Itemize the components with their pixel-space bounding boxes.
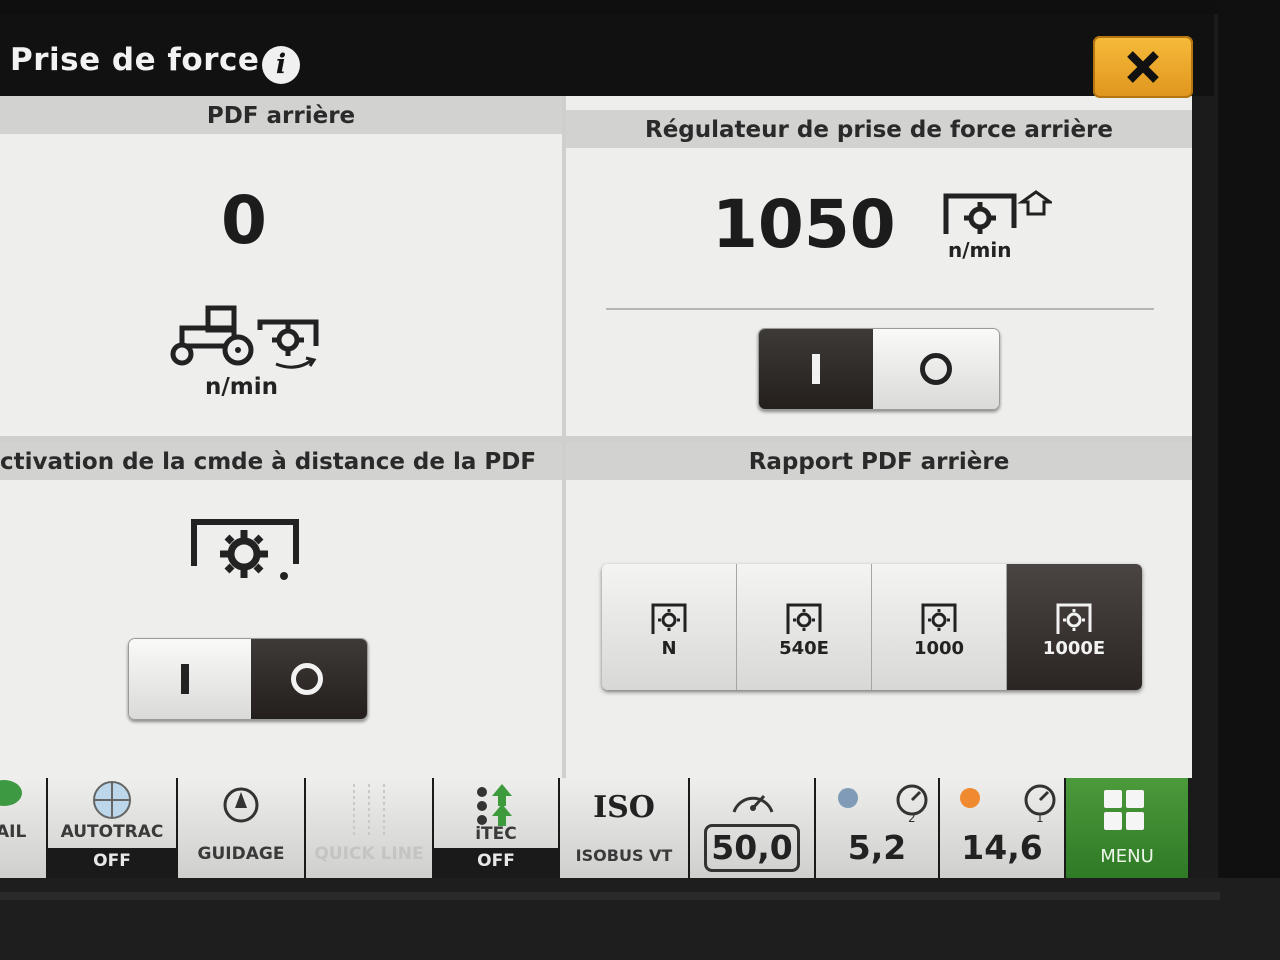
menu-label: MENU [1100,846,1154,867]
svg-text:2: 2 [908,811,916,822]
pto-gear-icon [651,603,687,634]
ratio-option-n[interactable]: N [602,564,737,690]
shortcut-label: AIL [0,822,27,842]
shortcut-autotrac[interactable]: AUTOTRAC OFF [48,778,176,878]
ratio-option-1000[interactable]: 1000 [872,564,1007,690]
menu-grid-icon [1126,812,1144,830]
panel-ratio-header: Rapport PDF arrière [566,442,1192,480]
pto-gear-icon [786,603,822,634]
itec-icon [477,784,512,826]
shortcut-ail[interactable]: AIL [0,778,46,878]
shortcut-isobus-vt[interactable]: ISO ISOBUS VT [560,778,688,878]
menu-grid-icon [1104,790,1122,808]
pto-speed-up-icon [943,190,1052,234]
ratio-option-540e[interactable]: 540E [737,564,872,690]
bezel-right [1218,0,1280,960]
gauge-1-icon: 1 [1024,784,1056,822]
off-glyph [291,663,323,695]
quick-line-icon [353,784,385,836]
menu-grid-icon [1104,812,1122,830]
autotrac-status: OFF [48,848,176,878]
shortcut-speed[interactable]: 50,0 [690,778,814,878]
shortcut-label: QUICK LINE [314,844,424,864]
pto-gear-icon [1056,603,1092,634]
panel-remote-header: ctivation de la cmde à distance de la PD… [0,442,562,480]
ratio-option-1000e[interactable]: 1000E [1007,564,1142,690]
shortcut-label: iTEC [475,824,517,844]
panel-regulator-header: Régulateur de prise de force arrière [566,110,1192,148]
speedometer-icon [732,794,774,813]
menu-grid-icon [1126,790,1144,808]
panel-remote: ctivation de la cmde à distance de la PD… [0,442,562,778]
panel-rear-pto: PDF arrière 0 n/min [0,96,562,436]
shortcut-label: AUTOTRAC [60,822,164,842]
shortcut-engine-2[interactable]: 1 14,6 [940,778,1064,878]
gauge-2-icon: 2 [896,784,928,822]
rear-pto-speed: 0 [221,182,267,259]
remote-toggle-on[interactable] [129,639,251,719]
panel-regulator: Régulateur de prise de force arrière 105… [566,96,1192,436]
shortcut-bar: AIL AUTOTRAC OFF GUIDAGE QUICK LINE iTEC… [0,778,1192,878]
shortcut-label: ISOBUS VT [575,846,673,865]
rear-pto-unit: n/min [205,374,278,400]
regulator-speed: 1050 [712,186,896,263]
close-button[interactable] [1093,36,1193,98]
on-glyph [812,354,820,384]
bezel-top [0,0,1280,14]
autotrac-icon [93,781,131,819]
shortcut-guidage[interactable]: GUIDAGE [178,778,304,878]
close-icon [1127,51,1159,83]
ratio-selector[interactable]: N 540E 1000 1000E [602,564,1142,690]
panel-rear-pto-header: PDF arrière [0,96,562,134]
svg-text:1: 1 [1036,811,1044,822]
regulator-toggle-on[interactable] [759,329,873,409]
status-dot-icon [960,788,980,808]
ratio-label: 540E [779,638,829,659]
regulator-unit: n/min [948,238,1012,262]
ratio-label: N [661,638,677,659]
shortcut-itec[interactable]: iTEC OFF [434,778,558,878]
divider [0,436,1192,442]
menu-button[interactable]: MENU [1066,778,1188,878]
shortcut-engine-1[interactable]: 2 5,2 [816,778,938,878]
shortcut-label: GUIDAGE [197,844,285,864]
itec-status: OFF [434,848,558,878]
status-dot-icon [838,788,858,808]
page-title: Prise de force [10,42,260,78]
ratio-label: 1000E [1042,638,1106,659]
speed-value: 50,0 [711,828,793,867]
remote-toggle-off[interactable] [251,639,367,719]
regulator-toggle-off[interactable] [873,329,999,409]
bezel-bottom [0,878,1280,960]
pto-gear-icon [921,603,957,634]
ratio-label: 1000 [913,638,965,659]
title-bar: Prise de force i [0,14,1214,96]
iso-logo: ISO [593,790,655,825]
divider [606,308,1154,310]
regulator-toggle[interactable] [758,328,1000,410]
main-screen: PDF arrière 0 n/min Régulateur de prise … [0,96,1192,778]
info-icon[interactable]: i [262,46,300,84]
bezel-strip [0,892,1220,900]
remote-toggle[interactable] [128,638,368,720]
engine-1-value: 5,2 [847,828,907,867]
shortcut-quick-line[interactable]: QUICK LINE [306,778,432,878]
guidance-icon [223,787,259,823]
off-glyph [920,353,952,385]
engine-2-value: 14,6 [961,828,1043,867]
remote-pto-icon [191,519,299,580]
a-badge-icon [0,780,22,806]
tractor-pto-icon [170,305,319,369]
on-glyph [181,664,189,694]
